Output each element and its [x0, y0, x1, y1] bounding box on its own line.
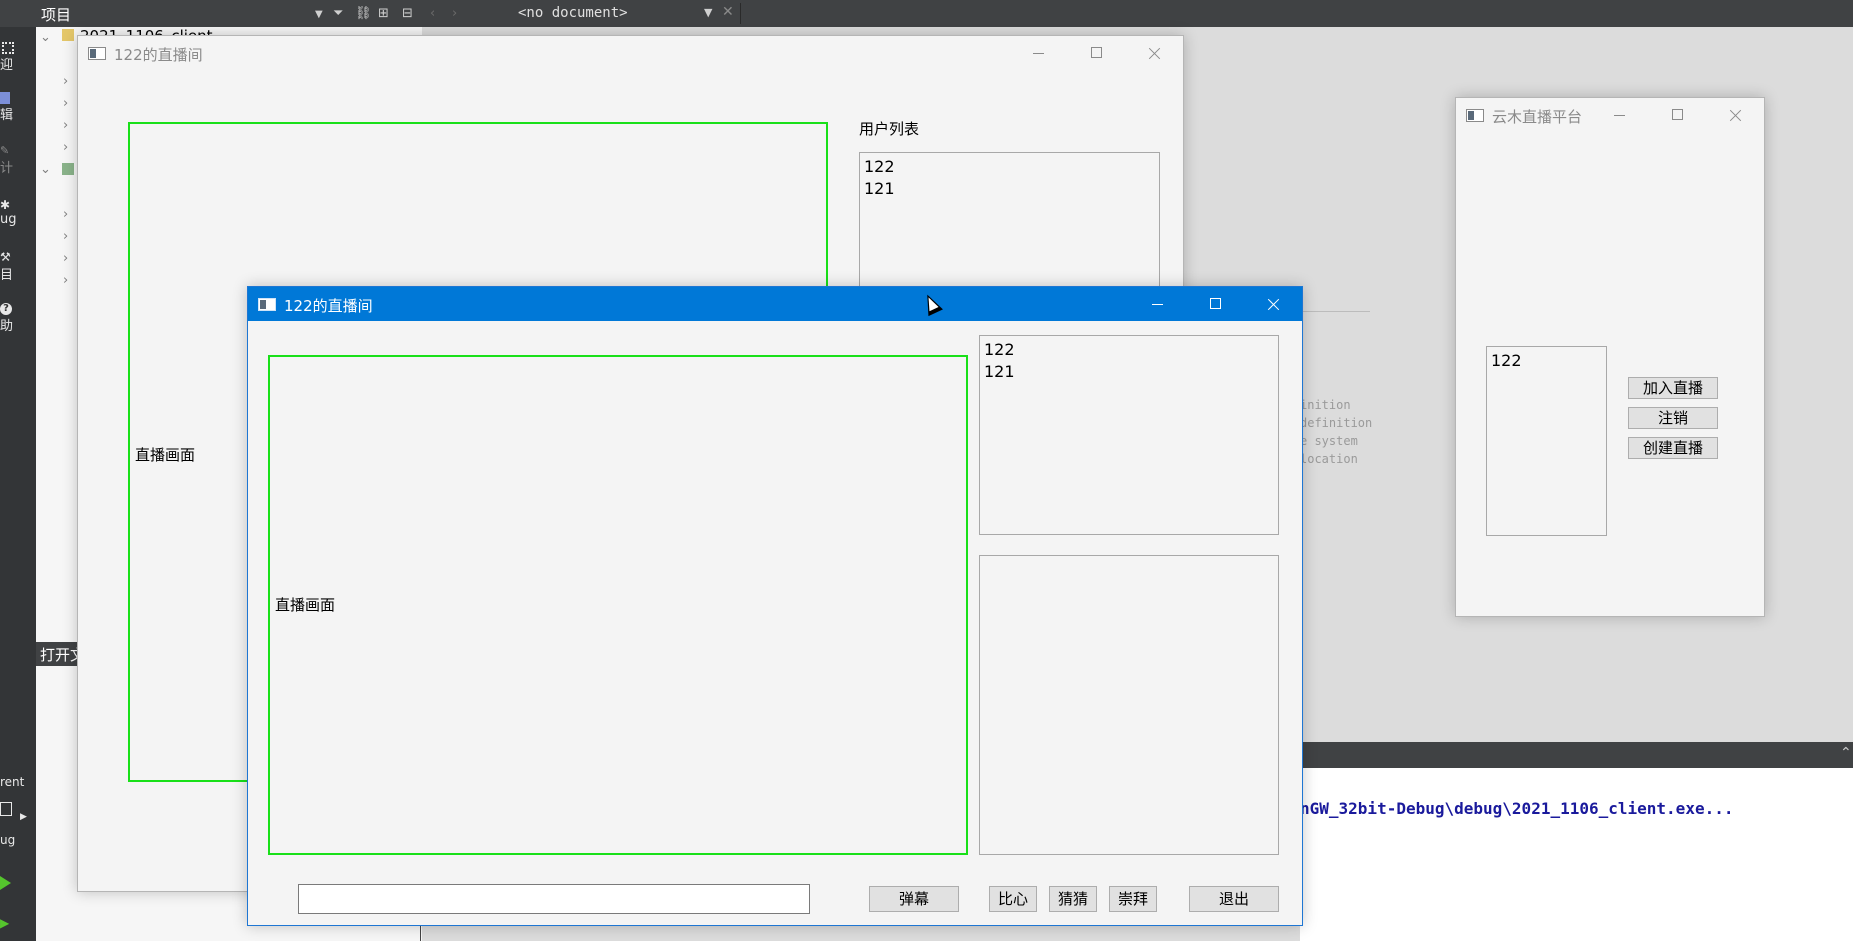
filter-icon[interactable]: ⏷	[333, 6, 343, 21]
monitor-icon[interactable]	[0, 802, 12, 816]
output-text: nGW_32bit-Debug\debug\2021_1106_client.e…	[1300, 799, 1734, 818]
heart-button[interactable]: 比心	[989, 886, 1037, 912]
chat-input[interactable]	[298, 884, 810, 914]
mode-projects[interactable]: ⚒ 目	[0, 250, 36, 283]
list-item[interactable]: 122	[1491, 350, 1602, 372]
tree-chevron-icon[interactable]: ›	[63, 273, 68, 288]
wrench-icon: ⚒	[0, 250, 11, 264]
danmu-button[interactable]: 弹幕	[869, 886, 959, 912]
tree-chevron-icon[interactable]: ›	[63, 140, 68, 155]
tree-chevron-icon[interactable]: ›	[63, 96, 68, 111]
front-room-window[interactable]: 122的直播间 直播画面 122 121 弹幕 比心 猜猜 崇拜 退出	[247, 286, 1303, 926]
project-folder-icon	[62, 29, 74, 41]
front-room-title: 122的直播间	[284, 297, 373, 315]
pen-icon: ✎	[0, 144, 10, 157]
bug-icon: ✱	[0, 198, 11, 212]
subproject-icon	[62, 163, 74, 175]
tree-expand-icon[interactable]: ⌄	[40, 30, 51, 45]
front-stream-frame	[268, 355, 968, 855]
join-stream-button[interactable]: 加入直播	[1628, 377, 1718, 399]
ide-toolbar	[0, 0, 1853, 27]
document-combo[interactable]: <no document>	[518, 5, 628, 21]
worship-button[interactable]: 崇拜	[1109, 886, 1157, 912]
platform-title: 云木直播平台	[1492, 108, 1583, 126]
app-window-icon	[88, 47, 106, 60]
maximize-icon[interactable]	[1648, 98, 1706, 132]
platform-titlebar[interactable]: 云木直播平台	[1456, 98, 1764, 132]
tree-chevron-icon[interactable]: ›	[63, 229, 68, 244]
forward-icon[interactable]: ›	[452, 6, 457, 21]
platform-window[interactable]: 云木直播平台 122 加入直播 注销 创建直播	[1455, 97, 1765, 617]
back-room-titlebar[interactable]: 122的直播间	[78, 36, 1183, 70]
user-list-label: 用户列表	[859, 120, 920, 138]
minimize-icon[interactable]	[1009, 36, 1067, 70]
mode-help[interactable]: ? 助	[0, 303, 36, 334]
minimize-icon[interactable]	[1128, 287, 1186, 321]
logout-button[interactable]: 注销	[1628, 407, 1718, 429]
pane-collapse-icon[interactable]: ⌃	[1840, 745, 1852, 761]
create-stream-button[interactable]: 创建直播	[1628, 437, 1718, 459]
hint-line: inition	[1300, 398, 1351, 412]
mode-design[interactable]: ✎ 计	[0, 144, 36, 176]
output-pane-header	[1300, 742, 1853, 768]
kit-selector-label: rent	[0, 775, 25, 789]
document-combo-arrow-icon[interactable]: ▼	[704, 6, 712, 19]
app-window-icon	[1466, 109, 1484, 122]
close-icon[interactable]	[1244, 287, 1302, 321]
mode-debug[interactable]: ✱ ug	[0, 198, 36, 227]
back-icon[interactable]: ‹	[430, 6, 435, 21]
link-icon[interactable]: ⛓	[355, 6, 372, 21]
mode-welcome[interactable]: 迎	[0, 42, 36, 73]
list-item[interactable]: 121	[864, 178, 1155, 200]
output-pane	[1300, 768, 1853, 941]
tree-expand-icon[interactable]: ⌄	[40, 162, 51, 177]
front-room-titlebar[interactable]: 122的直播间	[248, 287, 1302, 321]
tree-chevron-icon[interactable]: ›	[63, 118, 68, 133]
minimize-icon[interactable]	[1590, 98, 1648, 132]
tree-chevron-icon[interactable]: ›	[63, 74, 68, 89]
list-item[interactable]: 122	[984, 339, 1274, 361]
guess-button[interactable]: 猜猜	[1049, 886, 1097, 912]
back-stream-label: 直播画面	[135, 446, 196, 464]
hint-line: location	[1300, 452, 1358, 466]
hint-line: e system	[1300, 434, 1358, 448]
app-window-icon	[258, 298, 276, 311]
room-list[interactable]: 122	[1486, 346, 1607, 536]
front-stream-label: 直播画面	[275, 596, 336, 614]
exit-button[interactable]: 退出	[1189, 886, 1279, 912]
maximize-icon[interactable]	[1067, 36, 1125, 70]
close-icon[interactable]	[1125, 36, 1183, 70]
list-item[interactable]: 122	[864, 156, 1155, 178]
back-room-title: 122的直播间	[114, 46, 203, 64]
mode-edit[interactable]: 辑	[0, 92, 36, 123]
list-item[interactable]: 121	[984, 361, 1274, 383]
kit-arrow-icon[interactable]: ▶	[20, 812, 27, 822]
edit-icon	[0, 92, 10, 104]
tree-chevron-icon[interactable]: ›	[63, 207, 68, 222]
close-icon[interactable]	[1706, 98, 1764, 132]
help-icon: ?	[0, 303, 12, 315]
tree-chevron-icon[interactable]: ›	[63, 251, 68, 266]
close-document-icon[interactable]: ✕	[722, 4, 734, 20]
kit-build-label: ug	[0, 833, 16, 847]
maximize-icon[interactable]	[1186, 287, 1244, 321]
grid-icon	[2, 42, 14, 54]
project-panel-label: 项目	[41, 6, 72, 24]
debug-run-icon[interactable]: ▶	[0, 916, 9, 930]
hint-line: definition	[1300, 416, 1373, 430]
toolbar-separator	[740, 3, 741, 24]
dropdown-arrow-icon[interactable]: ▼	[315, 9, 323, 20]
danmu-list[interactable]	[979, 555, 1279, 855]
split-icon[interactable]: ⊞	[378, 6, 389, 21]
front-user-list[interactable]: 122 121	[979, 335, 1279, 535]
collapse-icon[interactable]: ⊟	[402, 6, 413, 21]
run-icon[interactable]	[0, 876, 11, 890]
